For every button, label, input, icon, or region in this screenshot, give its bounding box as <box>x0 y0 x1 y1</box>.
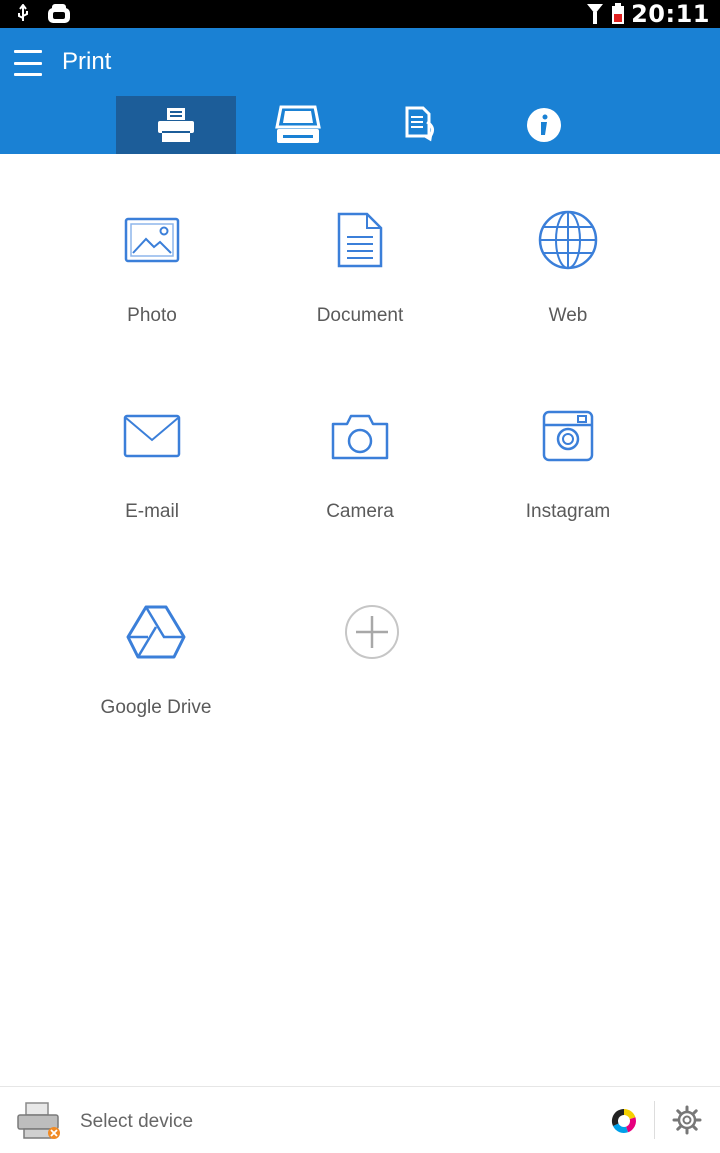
gear-icon <box>672 1105 702 1135</box>
grid-item-google-drive[interactable]: Google Drive <box>56 587 256 719</box>
notification-icon <box>48 4 70 23</box>
battery-icon <box>612 3 625 24</box>
printer-icon <box>158 108 194 142</box>
grid-item-web[interactable]: Web <box>468 195 668 327</box>
grid-item-label: Photo <box>127 305 177 326</box>
globe-icon <box>538 210 598 270</box>
select-device-button[interactable] <box>14 1101 66 1145</box>
instagram-icon <box>542 410 594 462</box>
photo-icon <box>124 217 180 263</box>
ink-level-button[interactable] <box>610 1107 638 1139</box>
tab-print[interactable] <box>116 96 236 154</box>
bottom-divider <box>654 1101 655 1139</box>
app-title: Print <box>62 48 112 75</box>
add-icon <box>345 605 399 659</box>
grid-item-label: Camera <box>326 501 394 522</box>
tab-copy[interactable] <box>360 96 480 154</box>
google-drive-icon <box>126 605 186 659</box>
grid-item-email[interactable]: E-mail <box>52 391 252 523</box>
grid-item-photo[interactable]: Photo <box>52 195 252 327</box>
printer-device-icon <box>17 1102 60 1139</box>
tab-scan[interactable] <box>238 96 358 154</box>
bottom-bar: Select device <box>0 1086 720 1153</box>
settings-button[interactable] <box>672 1105 702 1139</box>
ink-level-icon <box>611 1108 636 1134</box>
select-device-label[interactable]: Select device <box>80 1111 193 1133</box>
grid-item-add[interactable] <box>272 587 472 697</box>
grid-item-instagram[interactable]: Instagram <box>468 391 668 523</box>
signal-icon <box>587 4 604 24</box>
status-time: 20:11 <box>631 0 710 28</box>
app-bar: Print <box>0 28 720 154</box>
scanner-icon <box>275 105 321 143</box>
menu-icon[interactable] <box>14 50 42 76</box>
grid-item-document[interactable]: Document <box>260 195 460 327</box>
grid-item-label: E-mail <box>125 501 179 522</box>
grid-item-label: Document <box>316 305 404 326</box>
tab-info[interactable] <box>484 96 604 154</box>
grid-item-camera[interactable]: Camera <box>260 391 460 523</box>
copy-icon <box>405 106 434 142</box>
grid-item-label: Instagram <box>525 501 611 522</box>
grid-item-label: Google Drive <box>100 697 212 718</box>
info-icon <box>527 108 561 142</box>
document-icon <box>337 212 383 268</box>
grid-item-label: Web <box>548 305 588 326</box>
status-bar: 20:11 <box>0 0 720 28</box>
envelope-icon <box>123 414 181 458</box>
camera-icon <box>331 414 389 460</box>
usb-icon <box>18 4 28 21</box>
